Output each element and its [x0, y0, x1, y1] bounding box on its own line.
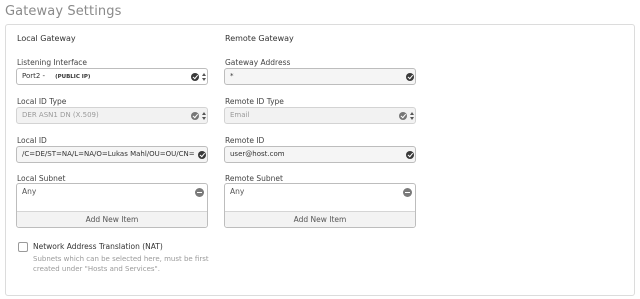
remote-id-label: Remote ID	[225, 136, 265, 145]
gateway-settings-panel: Local Gateway Listening Interface Port2 …	[5, 24, 635, 296]
updown-arrows-icon[interactable]	[202, 72, 207, 83]
local-subnet-label: Local Subnet	[17, 174, 66, 183]
list-item: Any	[230, 187, 245, 196]
list-item: Any	[22, 187, 37, 196]
gateway-address-label: Gateway Address	[225, 58, 291, 67]
remote-id-type-value: Email	[230, 111, 250, 119]
nat-hint: Subnets which can be selected here, must…	[33, 255, 209, 273]
listening-interface-value: Port2 - (PUBLIC IP)	[22, 72, 91, 80]
remote-id-type-label: Remote ID Type	[225, 97, 284, 106]
remote-id-input[interactable]: user@host.com	[224, 146, 416, 163]
check-circle-icon	[191, 73, 199, 81]
local-id-type-label: Local ID Type	[17, 97, 67, 106]
remote-id-value: user@host.com	[230, 150, 285, 158]
page-title: Gateway Settings	[5, 4, 122, 19]
public-ip-tag: (PUBLIC IP)	[55, 74, 91, 80]
remote-subnet-list: Any Add New Item	[224, 183, 416, 228]
check-circle-icon	[399, 112, 407, 120]
local-id-value: /C=DE/ST=NA/L=NA/O=Lukas Mahl/OU=OU/CN=S…	[22, 150, 194, 158]
check-circle-icon	[406, 151, 414, 159]
updown-arrows-icon[interactable]	[202, 111, 207, 122]
local-subnet-list: Any Add New Item	[16, 183, 208, 228]
local-id-type-value: DER ASN1 DN (X.509)	[22, 111, 99, 119]
remote-subnet-label: Remote Subnet	[225, 174, 283, 183]
add-new-item-button[interactable]: Add New Item	[225, 211, 415, 227]
check-circle-icon	[198, 151, 206, 159]
remote-id-type-select[interactable]: Email	[224, 107, 416, 124]
local-id-input[interactable]: /C=DE/ST=NA/L=NA/O=Lukas Mahl/OU=OU/CN=S…	[16, 146, 208, 163]
nat-label[interactable]: Network Address Translation (NAT)	[33, 242, 163, 251]
listening-interface-label: Listening Interface	[17, 58, 88, 67]
local-id-label: Local ID	[17, 136, 47, 145]
check-circle-icon	[191, 112, 199, 120]
remote-gateway-title: Remote Gateway	[225, 34, 294, 43]
check-circle-icon	[406, 73, 414, 81]
gateway-address-value: *	[230, 72, 234, 80]
local-gateway-title: Local Gateway	[17, 34, 76, 43]
minus-circle-icon[interactable]	[403, 188, 412, 197]
gateway-address-input[interactable]: *	[224, 68, 416, 85]
minus-circle-icon[interactable]	[195, 188, 204, 197]
local-id-type-select[interactable]: DER ASN1 DN (X.509)	[16, 107, 208, 124]
header: Gateway Settings	[0, 0, 640, 24]
add-new-item-button[interactable]: Add New Item	[17, 211, 207, 227]
updown-arrows-icon[interactable]	[410, 111, 415, 122]
listening-interface-select[interactable]: Port2 - (PUBLIC IP)	[16, 68, 208, 85]
nat-checkbox[interactable]	[18, 242, 28, 252]
